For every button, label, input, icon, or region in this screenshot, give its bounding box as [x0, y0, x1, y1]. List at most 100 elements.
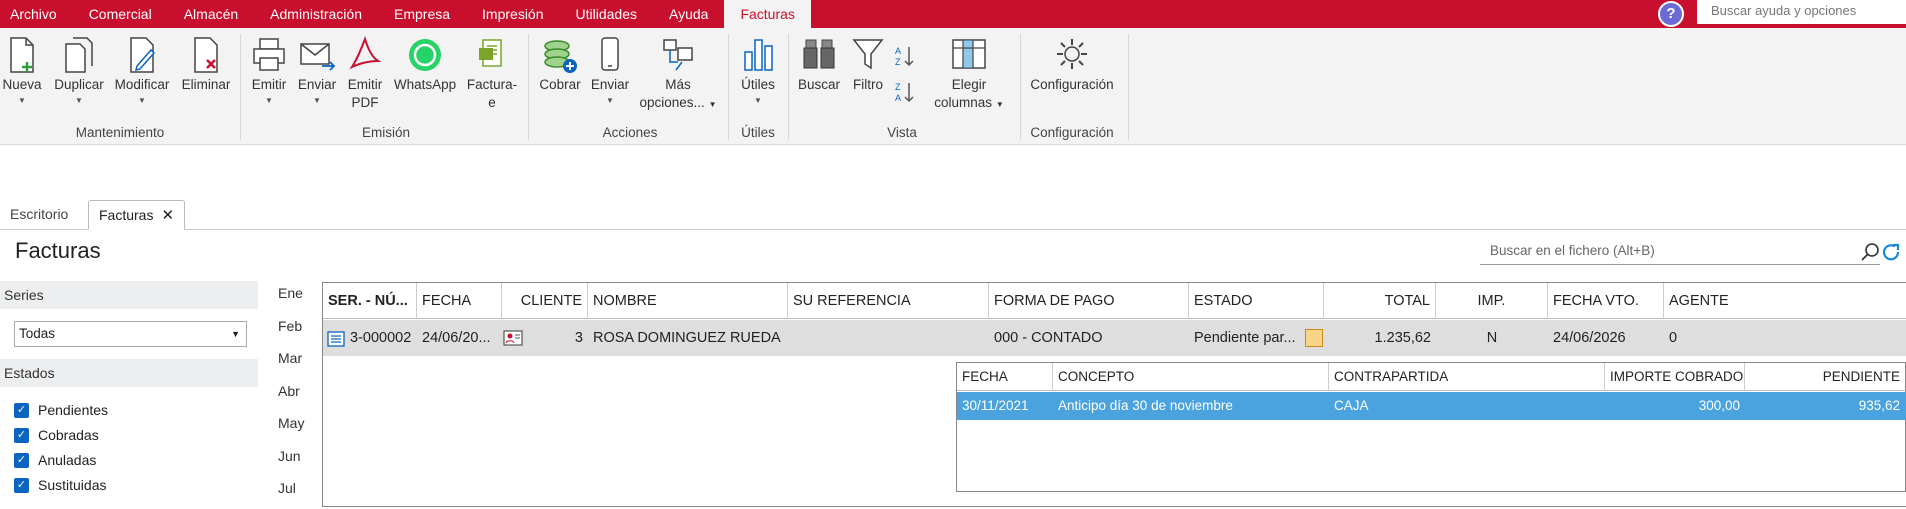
group-utiles: Útiles: [741, 125, 775, 140]
buscar-button[interactable]: Buscar: [794, 36, 844, 94]
menu-almacen[interactable]: Almacén: [168, 0, 254, 28]
sub-col-pendiente[interactable]: PENDIENTE: [1745, 363, 1905, 391]
menu-archivo[interactable]: Archivo: [0, 0, 73, 28]
tab-facturas[interactable]: Facturas ✕: [88, 200, 186, 230]
menu-empresa[interactable]: Empresa: [378, 0, 466, 28]
filtro-button[interactable]: Filtro: [846, 36, 890, 94]
sub-col-fecha[interactable]: FECHA: [957, 363, 1053, 391]
help-icon[interactable]: ?: [1658, 1, 1684, 27]
duplicar-button[interactable]: Duplicar ▼: [50, 36, 108, 108]
col-imp[interactable]: IMP.: [1436, 283, 1548, 319]
menu-utilidades[interactable]: Utilidades: [560, 0, 653, 28]
whatsapp-button[interactable]: WhatsApp: [390, 36, 460, 94]
cell-nombre: ROSA DOMINGUEZ RUEDA: [593, 330, 781, 346]
facturae-label: Factura-: [466, 77, 518, 92]
subgrid-row[interactable]: 30/11/2021 Anticipo día 30 de noviembre …: [957, 392, 1906, 420]
cobrar-button[interactable]: Cobrar: [536, 36, 584, 94]
mail-icon: [300, 43, 336, 71]
col-ser[interactable]: SER. - NÚ...: [323, 283, 417, 319]
sort-za-button[interactable]: ZA: [892, 80, 918, 106]
cell-total: 1.235,62: [1374, 330, 1431, 346]
month-ene[interactable]: Ene: [270, 281, 320, 314]
facturae-button[interactable]: Factura- e: [464, 36, 520, 112]
svg-text:Z: Z: [895, 57, 901, 67]
menu-facturas[interactable]: Facturas: [724, 0, 811, 28]
nueva-button[interactable]: Nueva ▼: [2, 36, 42, 108]
estado-pendientes[interactable]: ✓ Pendientes: [14, 399, 108, 421]
search-icon[interactable]: [1860, 242, 1880, 262]
whatsapp-label: WhatsApp: [393, 77, 457, 92]
cell-estado: Pendiente par...: [1194, 330, 1296, 346]
estado-cobradas[interactable]: ✓ Cobradas: [14, 424, 99, 446]
month-may[interactable]: May: [270, 411, 320, 444]
tab-escritorio-label: Escritorio: [10, 206, 69, 222]
group-emision: Emisión: [361, 125, 410, 140]
estados-header: Estados: [0, 359, 258, 387]
estado-anuladas[interactable]: ✓ Anuladas: [14, 449, 96, 471]
page-title: Facturas: [15, 238, 101, 263]
sub-col-contrapartida[interactable]: CONTRAPARTIDA: [1329, 363, 1605, 391]
emitir-button[interactable]: Emitir ▼: [246, 36, 292, 108]
col-total[interactable]: TOTAL: [1324, 283, 1436, 319]
sub-col-concepto[interactable]: CONCEPTO: [1053, 363, 1329, 391]
menu-ayuda[interactable]: Ayuda: [653, 0, 724, 28]
checkbox-checked-icon[interactable]: ✓: [14, 477, 29, 493]
col-agente[interactable]: AGENTE: [1664, 283, 1906, 319]
close-icon[interactable]: ✕: [161, 207, 174, 224]
tab-escritorio[interactable]: Escritorio: [0, 200, 78, 230]
estado-sustituidas[interactable]: ✓ Sustituidas: [14, 474, 106, 496]
menu-comercial[interactable]: Comercial: [73, 0, 168, 28]
series-select-value: Todas: [19, 326, 56, 341]
mas-opciones-label-2-row: opciones... ▼: [636, 94, 720, 114]
cell-imp: N: [1486, 330, 1498, 346]
menu-impresion[interactable]: Impresión: [466, 0, 559, 28]
checkbox-checked-icon[interactable]: ✓: [14, 402, 29, 418]
table-row[interactable]: 3-000002 24/06/20... 3 ROSA DOMINGUEZ RU…: [323, 320, 1906, 356]
modificar-label: Modificar: [114, 77, 170, 92]
mas-opciones-button[interactable]: Más opciones... ▼: [636, 36, 720, 114]
col-fecha[interactable]: FECHA: [417, 283, 502, 319]
utiles-label: Útiles: [741, 77, 775, 92]
estado-cobradas-label: Cobradas: [38, 427, 99, 443]
elegir-columnas-label: Elegir: [951, 77, 987, 92]
eliminar-button[interactable]: Eliminar: [178, 36, 234, 94]
sub-cell-fecha: 30/11/2021: [962, 398, 1029, 413]
col-fecha-vto[interactable]: FECHA VTO.: [1548, 283, 1664, 319]
cell-referencia: [788, 320, 989, 356]
col-cliente[interactable]: CLIENTE: [502, 283, 588, 319]
col-estado[interactable]: ESTADO: [1189, 283, 1324, 319]
delete-icon: [194, 37, 218, 73]
month-jul[interactable]: Jul: [270, 476, 320, 509]
group-separator: [240, 34, 241, 140]
enviar-movil-button[interactable]: Enviar ▼: [586, 36, 634, 108]
modificar-button[interactable]: Modificar ▼: [110, 36, 174, 108]
menu-administracion[interactable]: Administración: [254, 0, 378, 28]
status-badge: [1305, 329, 1323, 347]
col-nombre[interactable]: NOMBRE: [588, 283, 788, 319]
sub-col-importe[interactable]: IMPORTE COBRADO: [1605, 363, 1745, 391]
col-referencia[interactable]: SU REFERENCIA: [788, 283, 989, 319]
month-mar[interactable]: Mar: [270, 346, 320, 379]
month-feb[interactable]: Feb: [270, 314, 320, 347]
edit-icon: [130, 37, 156, 73]
facturae-icon: [479, 39, 502, 67]
configuracion-button[interactable]: Configuración: [1024, 36, 1120, 94]
series-select[interactable]: Todas ▼: [14, 321, 247, 347]
enviar-button[interactable]: Enviar ▼: [294, 36, 340, 108]
utiles-button[interactable]: Útiles ▼: [734, 36, 782, 108]
svg-text:A: A: [895, 93, 901, 103]
filtro-label: Filtro: [853, 77, 883, 92]
sort-az-button[interactable]: AZ: [892, 44, 918, 70]
help-search-input[interactable]: Buscar ayuda y opciones: [1697, 0, 1906, 24]
elegir-columnas-button[interactable]: Elegir columnas ▼: [926, 36, 1012, 114]
month-jun[interactable]: Jun: [270, 444, 320, 477]
emitir-pdf-button[interactable]: Emitir PDF: [342, 36, 388, 112]
refresh-icon[interactable]: [1882, 243, 1902, 263]
checkbox-checked-icon[interactable]: ✓: [14, 427, 29, 443]
file-search-input[interactable]: Buscar en el fichero (Alt+B): [1480, 239, 1880, 265]
col-forma-pago[interactable]: FORMA DE PAGO: [989, 283, 1189, 319]
checkbox-checked-icon[interactable]: ✓: [14, 452, 29, 468]
month-abr[interactable]: Abr: [270, 379, 320, 412]
grid-header: SER. - NÚ... FECHA CLIENTE NOMBRE SU REF…: [323, 283, 1906, 319]
duplicar-label: Duplicar: [54, 77, 104, 92]
